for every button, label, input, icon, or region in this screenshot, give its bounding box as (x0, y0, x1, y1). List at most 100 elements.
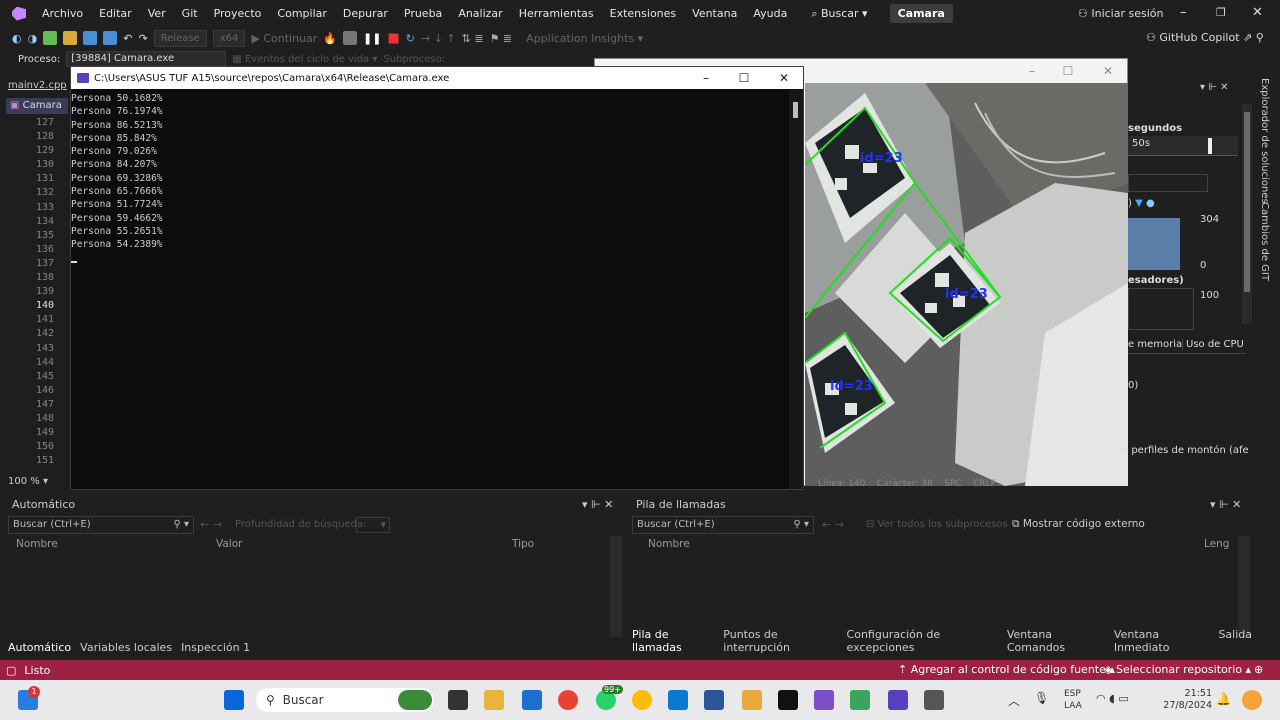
menu-ayuda[interactable]: Ayuda (745, 0, 795, 27)
solution-explorer-tab[interactable]: Explorador de soluciones (1259, 78, 1270, 204)
add-source-control-button[interactable]: ⇡ Agregar al control de código fuente ▴ (898, 663, 1115, 676)
tab-watch-1[interactable]: Inspección 1 (181, 641, 250, 654)
store-icon[interactable] (522, 690, 542, 710)
visual-studio-icon[interactable] (814, 690, 834, 710)
minimize-button[interactable]: – (1180, 5, 1187, 20)
menu-archivo[interactable]: Archivo (34, 0, 91, 27)
callstack-nav-arrows[interactable]: ← → (822, 518, 844, 531)
application-insights-button[interactable]: Application Insights ▾ (526, 32, 643, 45)
camera-app-taskbar-icon[interactable] (924, 690, 944, 710)
language-indicator[interactable]: ESP LAA (1064, 688, 1082, 712)
continue-button[interactable]: ▶ Continuar (251, 32, 317, 45)
process-select[interactable]: [39884] Camara.exe (66, 51, 227, 67)
autos-search-input[interactable]: Buscar (Ctrl+E) ⚲ ▾ (8, 516, 194, 534)
tab-autos[interactable]: Automático (8, 641, 71, 654)
word-icon[interactable] (704, 690, 724, 710)
editor-context-dropdown[interactable]: ▣ Camara (6, 98, 68, 114)
menu-git[interactable]: Git (174, 0, 206, 27)
callstack-panel-controls[interactable]: ▾ ⊩ ✕ (1210, 498, 1241, 511)
timeline-cursor[interactable] (1208, 138, 1212, 154)
pause-icon[interactable]: ❚❚ (363, 32, 381, 45)
camera-minimize-button[interactable]: – (1013, 59, 1051, 83)
tab-exception-settings[interactable]: Configuración de excepciones (847, 628, 998, 654)
restart-icon[interactable]: ↻ (406, 32, 415, 45)
zoom-select[interactable]: 100 % ▾ (8, 476, 48, 487)
open-folder-icon[interactable] (63, 31, 78, 45)
menu-prueba[interactable]: Prueba (396, 0, 450, 27)
notifications-icon[interactable]: ⊕ (1254, 663, 1263, 676)
file-explorer-icon[interactable] (484, 690, 504, 710)
console-app-taskbar-icon[interactable] (888, 690, 908, 710)
tab-breakpoints[interactable]: Puntos de interrupción (723, 628, 837, 654)
console-window[interactable]: C:\Users\ASUS TUF A15\source\repos\Camar… (70, 66, 804, 490)
console-titlebar[interactable]: C:\Users\ASUS TUF A15\source\repos\Camar… (71, 67, 803, 89)
sign-in-button[interactable]: ⚇ Iniciar sesión (1078, 7, 1163, 20)
new-project-icon[interactable] (43, 31, 58, 45)
menu-ventana[interactable]: Ventana (684, 0, 745, 27)
menu-extensiones[interactable]: Extensiones (602, 0, 685, 27)
tab-output[interactable]: Salida (1218, 628, 1252, 654)
tab-call-stack[interactable]: Pila de llamadas (632, 628, 714, 654)
tab-cpu-usage[interactable]: Uso de CPU (1182, 339, 1244, 350)
menu-depurar[interactable]: Depurar (335, 0, 396, 27)
console-minimize-button[interactable]: – (687, 67, 725, 89)
console-close-button[interactable]: ✕ (765, 67, 803, 89)
callstack-scrollbar[interactable] (1238, 536, 1250, 638)
hot-reload-icon[interactable]: 🔥 (323, 32, 337, 45)
tray-overflow-icon[interactable]: ︿ (1008, 692, 1020, 709)
undo-icon[interactable]: ↶ (123, 32, 132, 45)
debug-target-icon[interactable] (343, 31, 358, 45)
lifecycle-events-button[interactable]: ▦ Eventos del ciclo de vida ▾ (232, 54, 377, 65)
back-nav-icon[interactable]: ◐ (12, 32, 22, 45)
console-scroll-thumb[interactable] (793, 102, 798, 118)
start-icon[interactable] (224, 690, 244, 710)
camera-close-button[interactable]: ✕ (1089, 59, 1127, 83)
menu-editar[interactable]: Editar (91, 0, 140, 27)
autos-nav-arrows[interactable]: ← → (200, 518, 222, 531)
notification-bell-icon[interactable]: 🔔 (1216, 692, 1231, 706)
callstack-search-input[interactable]: Buscar (Ctrl+E) ⚲ ▾ (632, 516, 814, 534)
github-copilot-button[interactable]: ⚇ GitHub Copilot ⇗ ⚲ (1146, 31, 1264, 44)
chrome-profile-icon[interactable] (632, 690, 652, 710)
chrome-icon[interactable] (558, 690, 578, 710)
close-button[interactable]: ✕ (1252, 5, 1263, 20)
search-depth-select[interactable]: ▾ (356, 517, 390, 533)
show-external-code-button[interactable]: ⧉ Mostrar código externo (1012, 518, 1145, 531)
terminal-icon[interactable] (778, 690, 798, 710)
redo-icon[interactable]: ↷ (138, 32, 147, 45)
save-all-icon[interactable] (103, 31, 118, 45)
tab-immediate-window[interactable]: Ventana Inmediato (1114, 628, 1210, 654)
menu-proyecto[interactable]: Proyecto (206, 0, 270, 27)
camera-maximize-button[interactable]: ☐ (1049, 59, 1087, 83)
tab-locals[interactable]: Variables locales (80, 641, 172, 654)
autos-panel-controls[interactable]: ▾ ⊩ ✕ (582, 498, 613, 511)
tab-command-window[interactable]: Ventana Comandos (1007, 628, 1105, 654)
col-name[interactable]: Nombre (648, 538, 690, 550)
stop-icon[interactable]: ■ (387, 31, 399, 46)
forward-nav-icon[interactable]: ◑ (28, 32, 38, 45)
thread-icon[interactable]: ⇅ ≣ (462, 32, 484, 45)
configuration-select[interactable]: Release (153, 29, 207, 47)
microphone-icon[interactable]: 🎙 (1034, 691, 1049, 705)
menu-herramientas[interactable]: Herramientas (511, 0, 602, 27)
console-scrollbar[interactable] (789, 90, 803, 489)
panel-controls[interactable]: ▾ ⊩ ✕ (1200, 82, 1228, 93)
console-maximize-button[interactable]: ☐ (725, 67, 763, 89)
network-volume-battery-icons[interactable]: ◠ ◖ ▭ (1096, 692, 1129, 705)
menu-compilar[interactable]: Compilar (269, 0, 334, 27)
col-type[interactable]: Tipo (512, 538, 534, 550)
global-search-button[interactable]: ⌕ Buscar ▾ (803, 0, 875, 27)
col-value[interactable]: Valor (216, 538, 242, 550)
bookmark-icon[interactable]: ⚑ ≣ (490, 32, 513, 45)
timeline-ruler[interactable]: 50s (1128, 136, 1238, 156)
vscode-icon[interactable] (668, 690, 688, 710)
col-language[interactable]: Leng (1204, 538, 1229, 550)
tab-memory-usage[interactable]: e memoria (1128, 339, 1182, 350)
menu-analizar[interactable]: Analizar (450, 0, 510, 27)
android-icon[interactable] (850, 690, 870, 710)
clock[interactable]: 21:51 27/8/2024 (1160, 688, 1212, 712)
diag-scroll-thumb[interactable] (1244, 112, 1250, 292)
save-icon[interactable] (83, 31, 98, 45)
git-changes-tab[interactable]: Cambios de GIT (1259, 202, 1270, 281)
menu-ver[interactable]: Ver (140, 0, 174, 27)
